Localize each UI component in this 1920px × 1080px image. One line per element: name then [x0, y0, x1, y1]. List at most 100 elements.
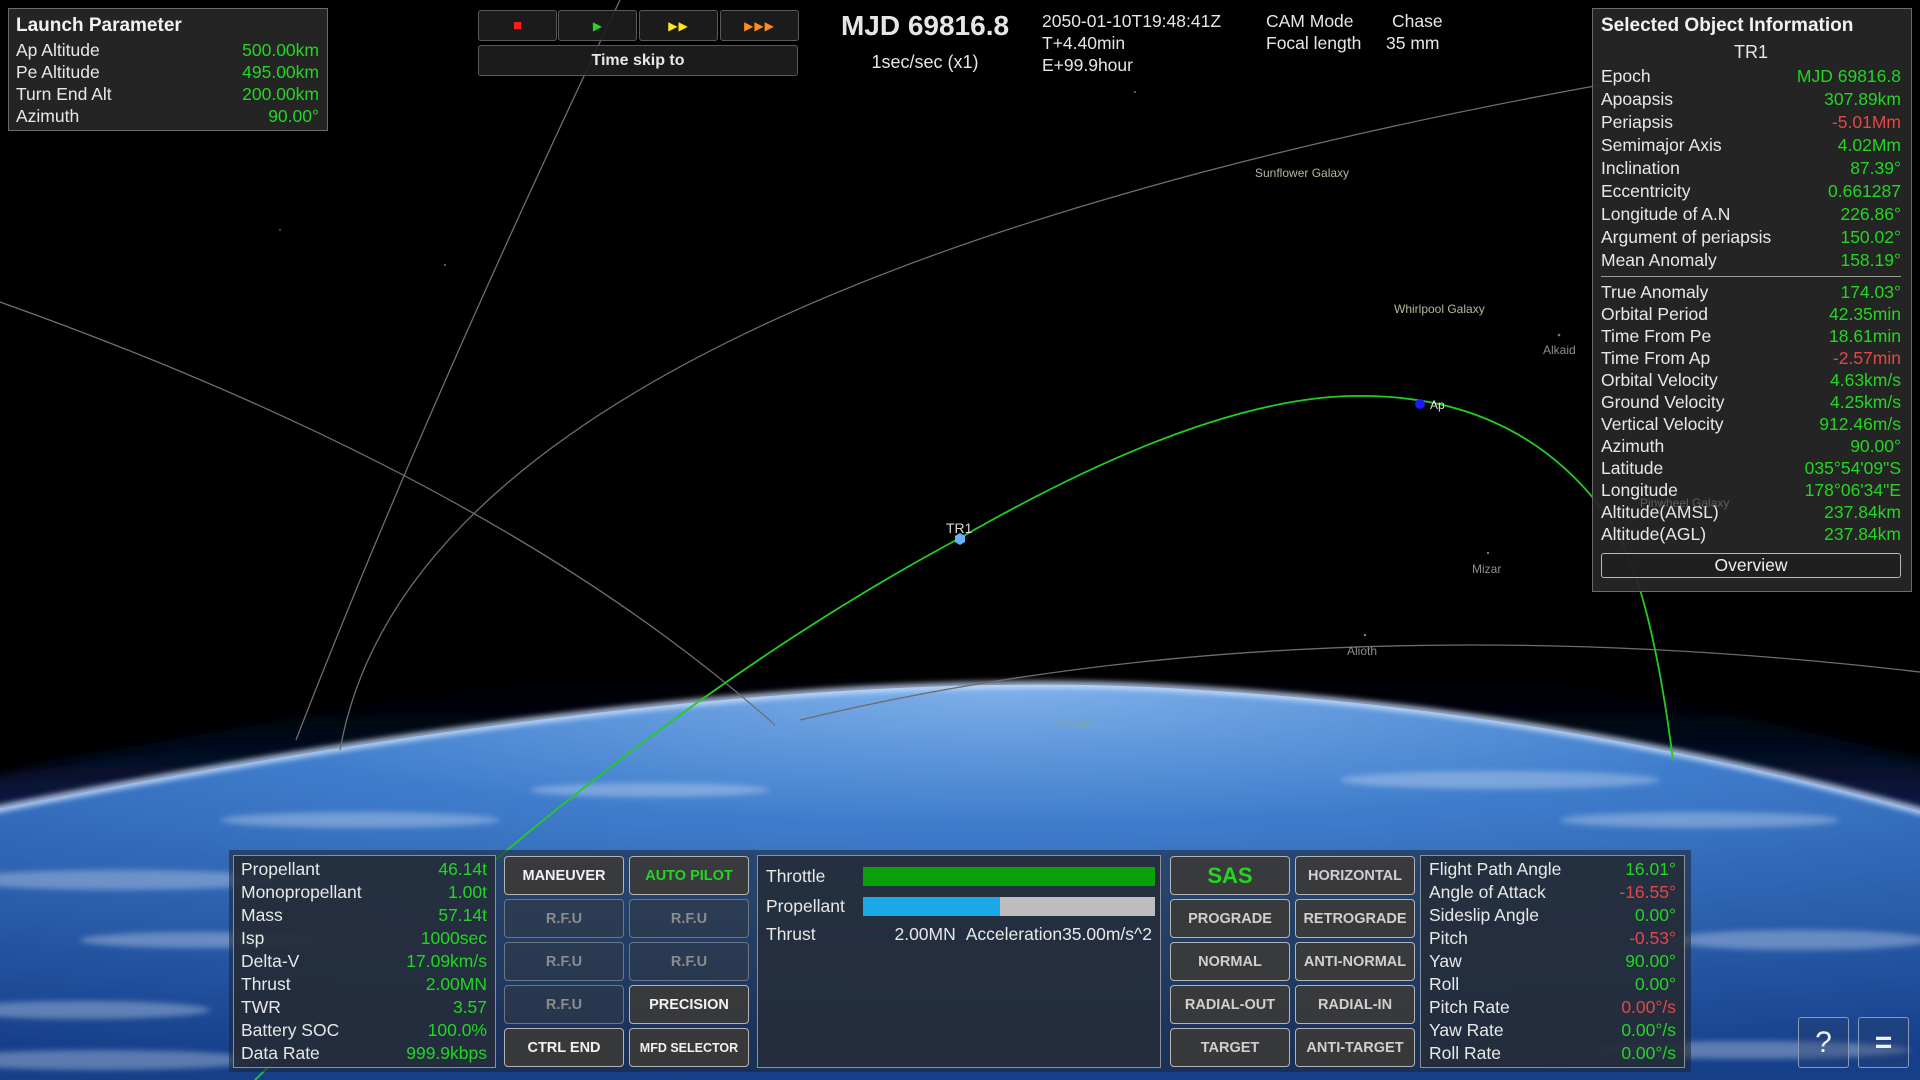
retrograde-button[interactable]: RETROGRADE	[1295, 899, 1415, 938]
vessel-status-value: 1000sec	[420, 928, 487, 948]
time-rate-readout: 1sec/sec (x1)	[871, 52, 979, 72]
focal-length-label: Focal length	[1266, 33, 1362, 53]
help-button[interactable]: ?	[1798, 1017, 1849, 1068]
attitude-row: Roll Rate 0.00°/s	[1429, 1042, 1676, 1065]
attitude-row: Flight Path Angle 16.01°	[1429, 858, 1676, 881]
precision-button[interactable]: PRECISION	[629, 985, 749, 1024]
cam-mode-value[interactable]: Chase	[1392, 10, 1443, 32]
attitude-label: Sideslip Angle	[1429, 905, 1539, 925]
throttle-label: Throttle	[766, 866, 826, 886]
param-value[interactable]: 500.00km	[242, 40, 319, 61]
param-value[interactable]: 495.00km	[242, 62, 319, 83]
param-value[interactable]: 90.00°	[268, 106, 319, 127]
vessel-status-value: 17.09km/s	[406, 951, 487, 971]
mfd-selector-button[interactable]: MFD SELECTOR	[629, 1028, 749, 1067]
menu-button[interactable]: =	[1858, 1017, 1909, 1068]
anti-target-button[interactable]: ANTI-TARGET	[1295, 1028, 1415, 1067]
vessel-status-value: 1.00t	[448, 882, 487, 902]
vessel-status-row: Data Rate 999.9kbps	[241, 1042, 487, 1065]
horizontal-button[interactable]: HORIZONTAL	[1295, 856, 1415, 895]
r-f-u-button[interactable]: R.F.U	[504, 942, 624, 981]
orbital-element-value: 87.39°	[1850, 158, 1901, 178]
launch-param-row: Azimuth 90.00°	[16, 105, 319, 127]
throttle-bar-fill	[863, 867, 1155, 886]
vessel-status-row: Mass 57.14t	[241, 904, 487, 927]
orbital-element-value: MJD 69816.8	[1796, 66, 1901, 86]
vessel-status-row: TWR 3.57	[241, 996, 487, 1019]
thrust-row: Thrust 2.00MN Acceleration 35.00m/s^2	[766, 924, 1152, 945]
state-label: Altitude(AGL)	[1601, 523, 1707, 544]
attitude-label: Angle of Attack	[1429, 882, 1546, 902]
state-value: -2.57min	[1832, 347, 1901, 368]
vessel-status-label: Isp	[241, 928, 265, 948]
r-f-u-button[interactable]: R.F.U	[629, 899, 749, 938]
vessel-status-panel: Propellant 46.14t Monopropellant 1.00t Mass 5…	[233, 855, 496, 1068]
sky-label-pinwheel-galaxy[interactable]: Pinwheel Galaxy	[1640, 496, 1729, 510]
state-value: 42.35min	[1829, 303, 1901, 324]
attitude-label: Pitch	[1429, 928, 1468, 948]
ctrl-end-button[interactable]: CTRL END	[504, 1028, 624, 1067]
state-value: 035°54'09"S	[1804, 457, 1901, 478]
apoapsis-marker-icon[interactable]	[1415, 399, 1425, 409]
cam-mode-label: CAM Mode	[1266, 11, 1354, 31]
overview-button[interactable]: Overview	[1601, 553, 1901, 578]
attitude-row: Angle of Attack -16.55°	[1429, 881, 1676, 904]
orbital-element-label: Inclination	[1601, 158, 1680, 178]
throttle-row: Throttle	[766, 866, 825, 887]
vessel-status-value: 3.57	[452, 997, 487, 1017]
sky-label-alkaid[interactable]: Alkaid	[1543, 343, 1576, 357]
time-stop-button[interactable]: ■	[478, 10, 557, 41]
time-fast-forward-button[interactable]: ▶▶	[639, 10, 718, 41]
mission-time-readout: T+4.40min	[1042, 33, 1126, 53]
state-value: 912.46m/s	[1819, 413, 1901, 434]
launch-parameter-panel: Launch Parameter Ap Altitude 500.00km Pe …	[8, 8, 328, 131]
sky-label-sunflower-galaxy[interactable]: Sunflower Galaxy	[1255, 166, 1349, 180]
param-value[interactable]: 200.00km	[242, 84, 319, 105]
state-label: Latitude	[1601, 457, 1664, 478]
attitude-row: Yaw Rate 0.00°/s	[1429, 1019, 1676, 1042]
attitude-value: 0.00°/s	[1621, 1043, 1676, 1063]
state-value: 178°06'34"E	[1804, 479, 1901, 500]
attitude-row: Pitch Rate 0.00°/s	[1429, 996, 1676, 1019]
focal-length-value[interactable]: 35 mm	[1386, 32, 1439, 54]
sky-label-mizar[interactable]: Mizar	[1472, 562, 1501, 576]
stop-icon: ■	[512, 17, 523, 34]
r-f-u-button[interactable]: R.F.U	[629, 942, 749, 981]
attitude-value: 0.00°/s	[1621, 997, 1676, 1017]
orbital-element-value: 4.02Mm	[1837, 135, 1901, 155]
r-f-u-button[interactable]: R.F.U	[504, 985, 624, 1024]
throttle-bar[interactable]	[863, 867, 1155, 886]
maneuver-button[interactable]: MANEUVER	[504, 856, 624, 895]
state-row: Ground Velocity 4.25km/s	[1601, 391, 1901, 413]
orbital-element-row: Argument of periapsis 150.02°	[1601, 226, 1901, 249]
target-button[interactable]: TARGET	[1170, 1028, 1290, 1067]
normal-button[interactable]: NORMAL	[1170, 942, 1290, 981]
propellant-bar	[863, 897, 1155, 916]
r-f-u-button[interactable]: R.F.U	[504, 899, 624, 938]
state-label: Azimuth	[1601, 435, 1665, 456]
sky-label-alioth[interactable]: Alioth	[1347, 644, 1377, 658]
radial-out-button[interactable]: RADIAL-OUT	[1170, 985, 1290, 1024]
orbital-element-row: Mean Anomaly 158.19°	[1601, 249, 1901, 272]
prograde-button[interactable]: PROGRADE	[1170, 899, 1290, 938]
vessel-status-label: Battery SOC	[241, 1020, 340, 1040]
orbital-element-label: Eccentricity	[1601, 181, 1691, 201]
sas-button[interactable]: SAS	[1170, 856, 1290, 895]
utc-readout: 2050-01-10T19:48:41Z	[1042, 11, 1222, 31]
orbital-element-row: Apoapsis 307.89km	[1601, 88, 1901, 111]
sky-label-phecda[interactable]: Phecda	[1054, 717, 1095, 731]
auto-pilot-button[interactable]: AUTO PILOT	[629, 856, 749, 895]
time-faster-forward-button[interactable]: ▶▶▶	[720, 10, 799, 41]
anti-normal-button[interactable]: ANTI-NORMAL	[1295, 942, 1415, 981]
selected-object-title: Selected Object Information	[1601, 15, 1854, 36]
vessel-status-label: Data Rate	[241, 1043, 320, 1063]
time-skip-button[interactable]: Time skip to	[478, 45, 798, 76]
state-value: 174.03°	[1840, 281, 1901, 302]
attitude-row: Pitch -0.53°	[1429, 927, 1676, 950]
thrust-label: Thrust	[766, 924, 816, 944]
time-play-button[interactable]: ▶	[558, 10, 637, 41]
attitude-value: 0.00°	[1634, 974, 1676, 994]
sky-label-whirlpool-galaxy[interactable]: Whirlpool Galaxy	[1394, 302, 1485, 316]
radial-in-button[interactable]: RADIAL-IN	[1295, 985, 1415, 1024]
elapsed-time-readout: E+99.9hour	[1042, 55, 1133, 75]
